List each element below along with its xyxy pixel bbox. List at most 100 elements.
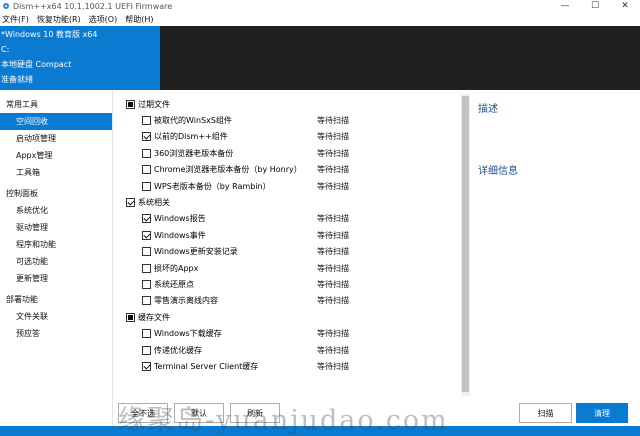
list-item[interactable]: Windows下载缓存 等待扫描 (116, 325, 461, 341)
item-checkbox[interactable] (142, 329, 151, 339)
menu-file[interactable]: 文件(F) (2, 14, 29, 25)
group-label: 过期文件 (138, 99, 170, 109)
sidebar-item-answer-file[interactable]: 预应答 (0, 325, 112, 342)
item-checkbox[interactable] (142, 296, 151, 306)
sidebar-item-optimize[interactable]: 系统优化 (0, 202, 112, 219)
list-item[interactable]: 零售演示离线内容 等待扫描 (116, 293, 461, 309)
detail-panel: 描述 详细信息 (472, 90, 640, 400)
item-label: Terminal Server Client缓存 (154, 361, 259, 371)
list-item[interactable]: 被取代的WinSxS组件 等待扫描 (116, 112, 461, 128)
item-label: Windows报告 (154, 214, 206, 224)
group-label: 系统相关 (138, 198, 170, 208)
sidebar-item-programs[interactable]: 程序和功能 (0, 236, 112, 253)
item-status: 等待扫描 (317, 329, 349, 339)
sidebar: 常用工具 空间回收 启动项管理 Appx管理 工具箱 控制面板 系统优化 驱动管… (0, 90, 113, 426)
close-button[interactable]: ✕ (610, 0, 640, 12)
disk-type: 本地硬盘 Compact (1, 60, 72, 69)
sidebar-item-startup[interactable]: 启动项管理 (0, 130, 112, 147)
group-checkbox[interactable] (126, 312, 135, 322)
item-label: 以前的Dism++组件 (154, 132, 228, 142)
sidebar-item-toolbox[interactable]: 工具箱 (0, 164, 112, 181)
default-button[interactable]: 默认 (174, 403, 224, 423)
clean-button[interactable]: 清理 (576, 403, 628, 423)
sidebar-item-updates[interactable]: 更新管理 (0, 270, 112, 287)
list-item[interactable]: 损坏的Appx 等待扫描 (116, 260, 461, 276)
maximize-button[interactable]: ☐ (580, 0, 610, 12)
group-checkbox[interactable] (126, 99, 135, 109)
item-checkbox[interactable] (142, 214, 151, 224)
title-bar: Dism++x64 10.1.1002.1 UEFI Firmware — ☐ … (0, 0, 640, 12)
item-checkbox[interactable] (142, 279, 151, 289)
list-item[interactable]: 系统还原点 等待扫描 (116, 276, 461, 292)
group-row-cache[interactable]: 缓存文件 (116, 309, 461, 325)
sidebar-item-space-recovery[interactable]: 空间回收 (0, 113, 112, 130)
menu-bar: 文件(F) 恢复功能(R) 选项(O) 帮助(H) (0, 12, 640, 26)
session-area (160, 26, 640, 90)
item-status: 等待扫描 (317, 247, 349, 257)
image-info-panel[interactable]: *Windows 10 教育版 x64 C: 本地硬盘 Compact 准备就绪 (0, 26, 160, 90)
sidebar-group-common-tools: 常用工具 (6, 100, 38, 109)
item-status: 等待扫描 (317, 263, 349, 273)
list-item[interactable]: Windows更新安装记录 等待扫描 (116, 244, 461, 260)
item-checkbox[interactable] (142, 148, 151, 158)
item-status: 等待扫描 (317, 148, 349, 158)
item-status: 等待扫描 (317, 165, 349, 175)
menu-restore[interactable]: 恢复功能(R) (37, 14, 81, 25)
list-scrollbar[interactable] (461, 94, 470, 396)
item-checkbox[interactable] (142, 165, 151, 175)
item-status: 等待扫描 (317, 279, 349, 289)
sidebar-item-file-assoc[interactable]: 文件关联 (0, 308, 112, 325)
cleanup-list: 过期文件 被取代的WinSxS组件 等待扫描 以前的Dism++组件 等待扫描 … (116, 96, 461, 396)
refresh-button[interactable]: 刷新 (230, 403, 280, 423)
minimize-button[interactable]: — (550, 0, 580, 12)
details-heading: 详细信息 (478, 166, 518, 177)
item-checkbox[interactable] (142, 263, 151, 273)
item-status: 等待扫描 (317, 296, 349, 306)
item-status: 等待扫描 (317, 132, 349, 142)
item-label: 系统还原点 (154, 279, 194, 289)
sidebar-group-deployment: 部署功能 (6, 295, 38, 304)
description-heading: 描述 (478, 104, 498, 115)
list-item[interactable]: 以前的Dism++组件 等待扫描 (116, 129, 461, 145)
list-item[interactable]: Windows报告 等待扫描 (116, 211, 461, 227)
group-row-expired-files[interactable]: 过期文件 (116, 96, 461, 112)
list-item[interactable]: 传递优化缓存 等待扫描 (116, 342, 461, 358)
app-gear-icon (2, 2, 10, 10)
sidebar-item-appx[interactable]: Appx管理 (0, 147, 112, 164)
list-item[interactable]: Terminal Server Client缓存 等待扫描 (116, 358, 461, 374)
group-row-system[interactable]: 系统相关 (116, 194, 461, 210)
item-label: Chrome浏览器老版本备份（by Honry） (154, 165, 302, 175)
item-label: 被取代的WinSxS组件 (154, 116, 232, 126)
menu-options[interactable]: 选项(O) (89, 14, 118, 25)
item-label: WPS老版本备份（by Rambin） (154, 181, 271, 191)
item-status: 等待扫描 (317, 345, 349, 355)
item-checkbox[interactable] (142, 345, 151, 355)
item-checkbox[interactable] (142, 230, 151, 240)
scan-button[interactable]: 扫描 (519, 403, 572, 423)
item-checkbox[interactable] (142, 116, 151, 126)
menu-help[interactable]: 帮助(H) (125, 14, 153, 25)
list-item[interactable]: 360浏览器老版本备份 等待扫描 (116, 145, 461, 161)
item-checkbox[interactable] (142, 181, 151, 191)
item-checkbox[interactable] (142, 247, 151, 257)
list-item[interactable]: WPS老版本备份（by Rambin） 等待扫描 (116, 178, 461, 194)
item-label: 传递优化缓存 (154, 345, 202, 355)
item-label: 零售演示离线内容 (154, 296, 218, 306)
item-checkbox[interactable] (142, 132, 151, 142)
item-checkbox[interactable] (142, 361, 151, 371)
window-title: Dism++x64 10.1.1002.1 UEFI Firmware (13, 1, 173, 11)
item-label: 360浏览器老版本备份 (154, 148, 234, 158)
select-none-button[interactable]: 全不选 (118, 403, 168, 423)
list-item[interactable]: Chrome浏览器老版本备份（by Honry） 等待扫描 (116, 162, 461, 178)
window-controls: — ☐ ✕ (550, 0, 640, 12)
group-checkbox[interactable] (126, 198, 135, 208)
sidebar-item-optional-features[interactable]: 可选功能 (0, 253, 112, 270)
item-label: 损坏的Appx (154, 263, 199, 273)
item-status: 等待扫描 (317, 214, 349, 224)
scrollbar-thumb[interactable] (462, 96, 469, 392)
list-item[interactable]: Windows事件 等待扫描 (116, 227, 461, 243)
bottom-accent-strip (0, 426, 640, 436)
status-text: 准备就绪 (1, 75, 33, 84)
item-label: Windows事件 (154, 230, 206, 240)
sidebar-item-drivers[interactable]: 驱动管理 (0, 219, 112, 236)
